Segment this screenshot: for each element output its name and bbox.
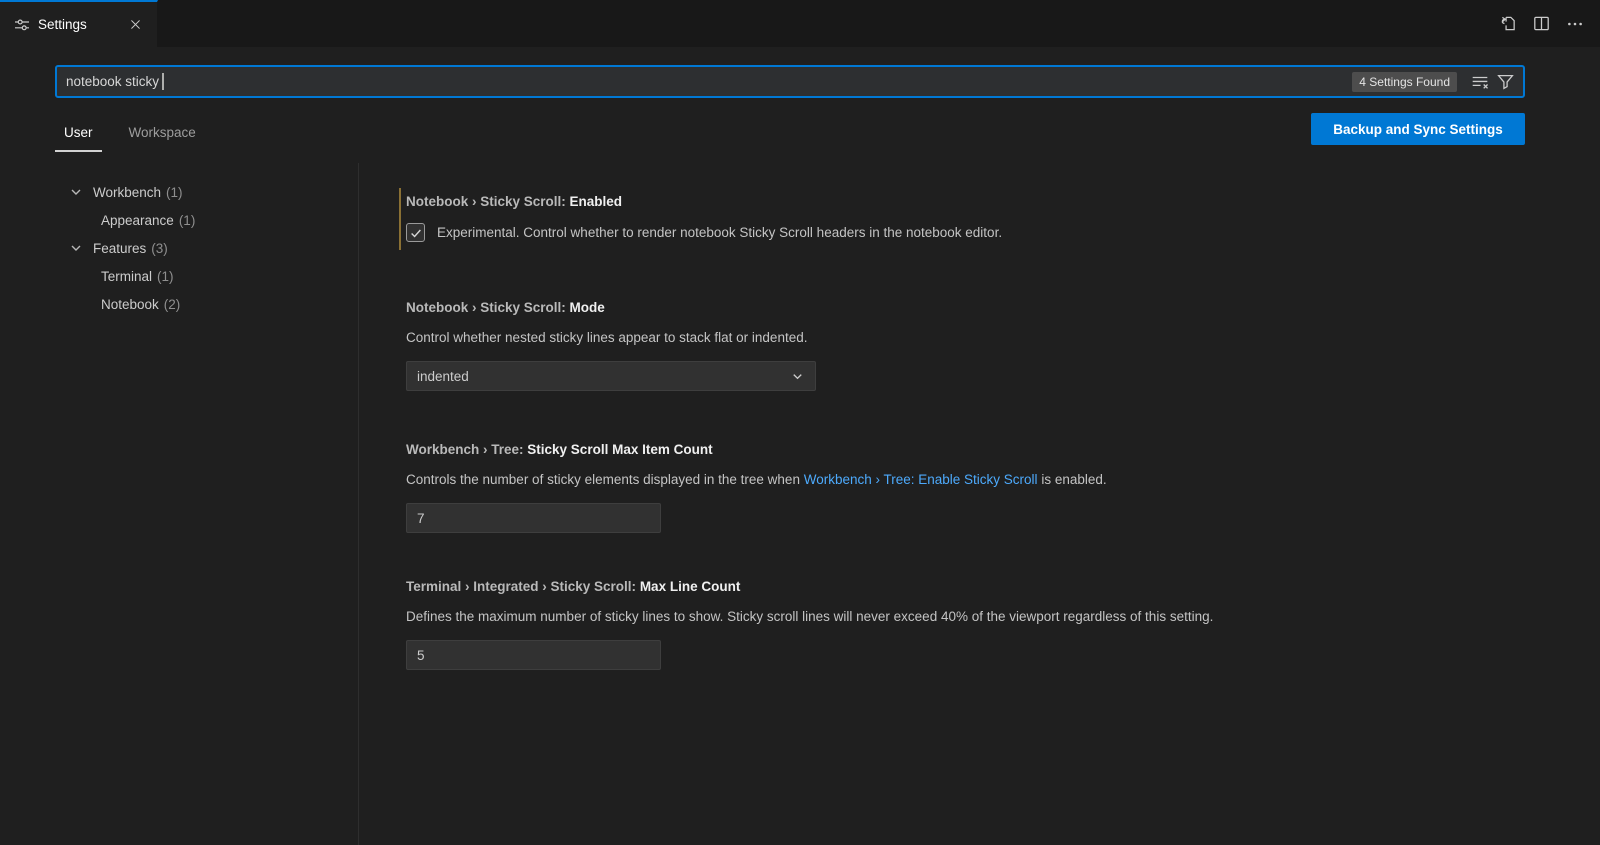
setting-title: Workbench › Tree: Sticky Scroll Max Item… — [406, 441, 1540, 459]
text-cursor — [162, 73, 164, 90]
editor-actions — [1494, 0, 1588, 47]
setting-description: Control whether nested sticky lines appe… — [406, 329, 1540, 347]
toc-item-workbench[interactable]: Workbench (1) — [0, 178, 357, 206]
toc-count: (1) — [166, 185, 183, 200]
max-line-count-input[interactable] — [406, 640, 661, 670]
toc-label: Features — [93, 241, 146, 256]
split-editor-icon[interactable] — [1528, 11, 1554, 37]
enable-sticky-scroll-link[interactable]: Workbench › Tree: Enable Sticky Scroll — [804, 472, 1038, 487]
clear-search-results-icon[interactable] — [1469, 71, 1491, 93]
setting-label: Enabled — [570, 194, 623, 209]
toc-count: (3) — [151, 241, 168, 256]
setting-description: Controls the number of sticky elements d… — [406, 471, 1540, 489]
close-icon[interactable] — [125, 15, 145, 35]
checkmark-icon — [409, 226, 423, 240]
toc-count: (2) — [164, 297, 181, 312]
setting-title: Notebook › Sticky Scroll: Mode — [406, 299, 1540, 317]
settings-toc: Workbench (1) Appearance (1) Features (3… — [0, 178, 357, 318]
setting-description: Experimental. Control whether to render … — [437, 224, 1002, 242]
description-text: is enabled. — [1038, 472, 1107, 487]
tab-settings[interactable]: Settings — [0, 0, 158, 47]
setting-category: Terminal › Integrated › Sticky Scroll: — [406, 579, 640, 594]
settings-scope-tabs: User Workspace — [55, 117, 205, 152]
setting-label: Max Line Count — [640, 579, 741, 594]
settings-search-input[interactable]: notebook sticky 4 Settings Found — [55, 65, 1525, 98]
settings-sliders-icon — [14, 17, 30, 33]
setting-notebook-sticky-scroll-mode: Notebook › Sticky Scroll: Mode Control w… — [406, 299, 1540, 391]
tab-title: Settings — [38, 17, 87, 32]
setting-label: Mode — [570, 300, 605, 315]
more-actions-icon[interactable] — [1562, 11, 1588, 37]
toc-settings-divider[interactable] — [358, 163, 359, 845]
open-settings-json-icon[interactable] — [1494, 11, 1520, 37]
select-value: indented — [417, 369, 469, 384]
description-text: Controls the number of sticky elements d… — [406, 472, 804, 487]
setting-title: Terminal › Integrated › Sticky Scroll: M… — [406, 578, 1540, 596]
setting-notebook-sticky-scroll-enabled: Notebook › Sticky Scroll: Enabled Experi… — [406, 193, 1540, 242]
toc-item-notebook[interactable]: Notebook (2) — [0, 290, 357, 318]
setting-description: Defines the maximum number of sticky lin… — [406, 608, 1540, 626]
toc-label: Workbench — [93, 185, 161, 200]
modified-indicator — [399, 188, 401, 250]
chevron-down-icon — [68, 240, 86, 256]
tab-workspace[interactable]: Workspace — [120, 117, 205, 152]
toc-count: (1) — [157, 269, 174, 284]
setting-tree-sticky-scroll-max-item-count: Workbench › Tree: Sticky Scroll Max Item… — [406, 441, 1540, 533]
toc-item-appearance[interactable]: Appearance (1) — [0, 206, 357, 234]
search-query-text: notebook sticky — [66, 74, 159, 89]
toc-count: (1) — [179, 213, 196, 228]
setting-terminal-sticky-scroll-max-line-count: Terminal › Integrated › Sticky Scroll: M… — [406, 578, 1540, 670]
setting-label: Sticky Scroll Max Item Count — [527, 442, 712, 457]
max-item-count-input[interactable] — [406, 503, 661, 533]
toc-label: Appearance — [101, 213, 174, 228]
toc-label: Terminal — [101, 269, 152, 284]
mode-select[interactable]: indented — [406, 361, 816, 391]
checkbox[interactable] — [406, 223, 425, 242]
editor-tab-bar: Settings — [0, 0, 1600, 47]
results-count-badge: 4 Settings Found — [1352, 72, 1457, 92]
toc-item-features[interactable]: Features (3) — [0, 234, 357, 262]
setting-title: Notebook › Sticky Scroll: Enabled — [406, 193, 1540, 211]
setting-category: Workbench › Tree: — [406, 442, 527, 457]
chevron-down-icon — [790, 369, 805, 384]
setting-category: Notebook › Sticky Scroll: — [406, 300, 570, 315]
toc-item-terminal[interactable]: Terminal (1) — [0, 262, 357, 290]
tab-user[interactable]: User — [55, 117, 102, 152]
backup-and-sync-settings-button[interactable]: Backup and Sync Settings — [1311, 113, 1525, 145]
toc-label: Notebook — [101, 297, 159, 312]
setting-category: Notebook › Sticky Scroll: — [406, 194, 570, 209]
chevron-down-icon — [68, 184, 86, 200]
filter-icon[interactable] — [1494, 71, 1516, 93]
